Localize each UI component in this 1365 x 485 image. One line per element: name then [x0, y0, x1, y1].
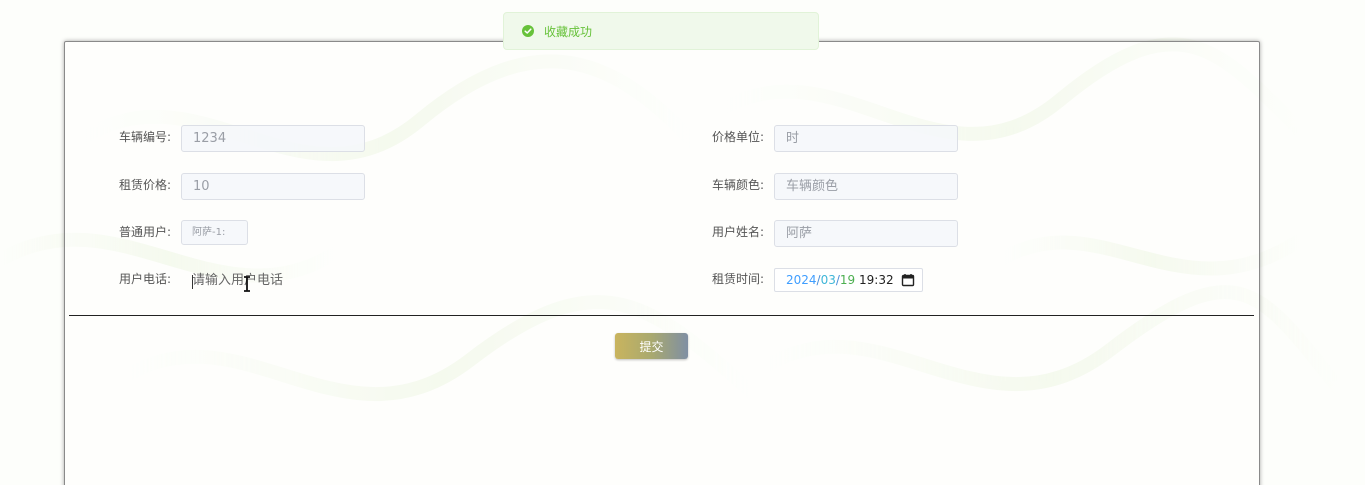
user-name-value: 阿萨 [786, 226, 813, 241]
text-cursor-icon [244, 276, 250, 292]
date-day: 19 [839, 273, 856, 287]
vehicle-no-input[interactable]: 1234 [181, 125, 365, 152]
rent-price-label: 租赁价格: [119, 178, 172, 192]
price-unit-value: 时 [786, 131, 800, 146]
vehicle-no-label: 车辆编号: [119, 130, 172, 144]
date-year: 2024 [786, 273, 817, 287]
user-value: 阿萨-1: [192, 227, 226, 238]
price-unit-label: 价格单位: [712, 130, 765, 144]
vehicle-color-placeholder: 车辆颜色 [786, 179, 839, 194]
price-unit-input[interactable]: 时 [774, 125, 958, 152]
phone-label: 用户电话: [119, 272, 172, 286]
form-panel [64, 41, 1260, 485]
rent-time-label: 租赁时间: [712, 272, 765, 286]
calendar-icon[interactable] [901, 273, 915, 287]
page: 收藏成功 车辆编号: 1234 价格单位: 时 租赁价格: 10 车辆颜色: 车… [0, 0, 1365, 485]
submit-button[interactable]: 提交 [615, 333, 688, 359]
phone-input[interactable]: 请输入用户电话 [181, 268, 365, 295]
form-divider [69, 315, 1254, 316]
date-month: 03 [820, 273, 836, 287]
rent-price-value: 10 [193, 179, 210, 194]
vehicle-color-input[interactable]: 车辆颜色 [774, 173, 958, 200]
user-name-input[interactable]: 阿萨 [774, 220, 958, 247]
check-circle-icon [522, 25, 534, 37]
user-select[interactable]: 阿萨-1: [181, 220, 248, 245]
text-caret [192, 275, 193, 289]
user-label: 普通用户: [119, 225, 172, 239]
date-time: 19:32 [859, 273, 894, 287]
vehicle-no-value: 1234 [193, 131, 227, 146]
user-name-label: 用户姓名: [712, 225, 765, 239]
vehicle-color-label: 车辆颜色: [712, 178, 765, 192]
success-toast: 收藏成功 [503, 12, 819, 50]
rent-time-input[interactable]: 2024/03/19 19:32 [774, 268, 923, 292]
rent-price-input[interactable]: 10 [181, 173, 365, 200]
phone-placeholder: 请输入用户电话 [192, 273, 284, 288]
toast-message: 收藏成功 [544, 24, 593, 39]
